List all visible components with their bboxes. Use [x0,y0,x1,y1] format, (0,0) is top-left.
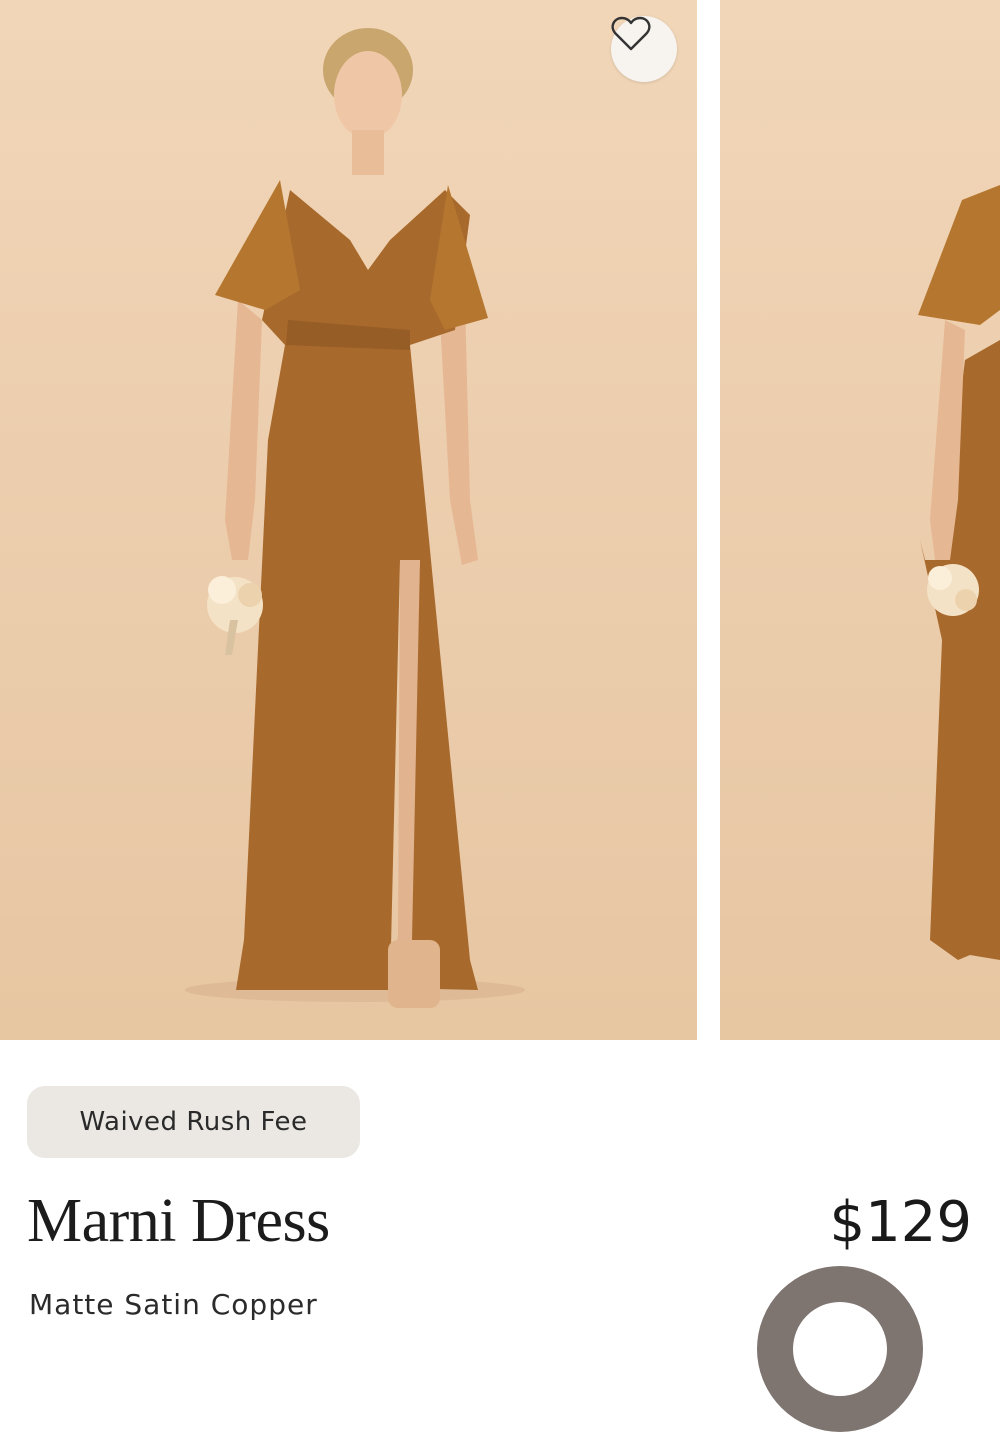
color-swatch[interactable] [757,1266,923,1432]
product-price: $129 [829,1190,972,1255]
favorite-button[interactable] [611,16,677,82]
model-photo [185,28,525,1008]
product-color-name: Matte Satin Copper [29,1288,318,1321]
promo-badge: Waived Rush Fee [27,1086,360,1158]
model-photo-side [918,185,1000,960]
product-image-2[interactable] [720,0,1000,1040]
product-image-1[interactable] [0,0,697,1040]
product-image-carousel[interactable] [0,0,1000,1040]
product-title[interactable]: Marni Dress [27,1190,330,1252]
heart-icon [611,16,651,51]
